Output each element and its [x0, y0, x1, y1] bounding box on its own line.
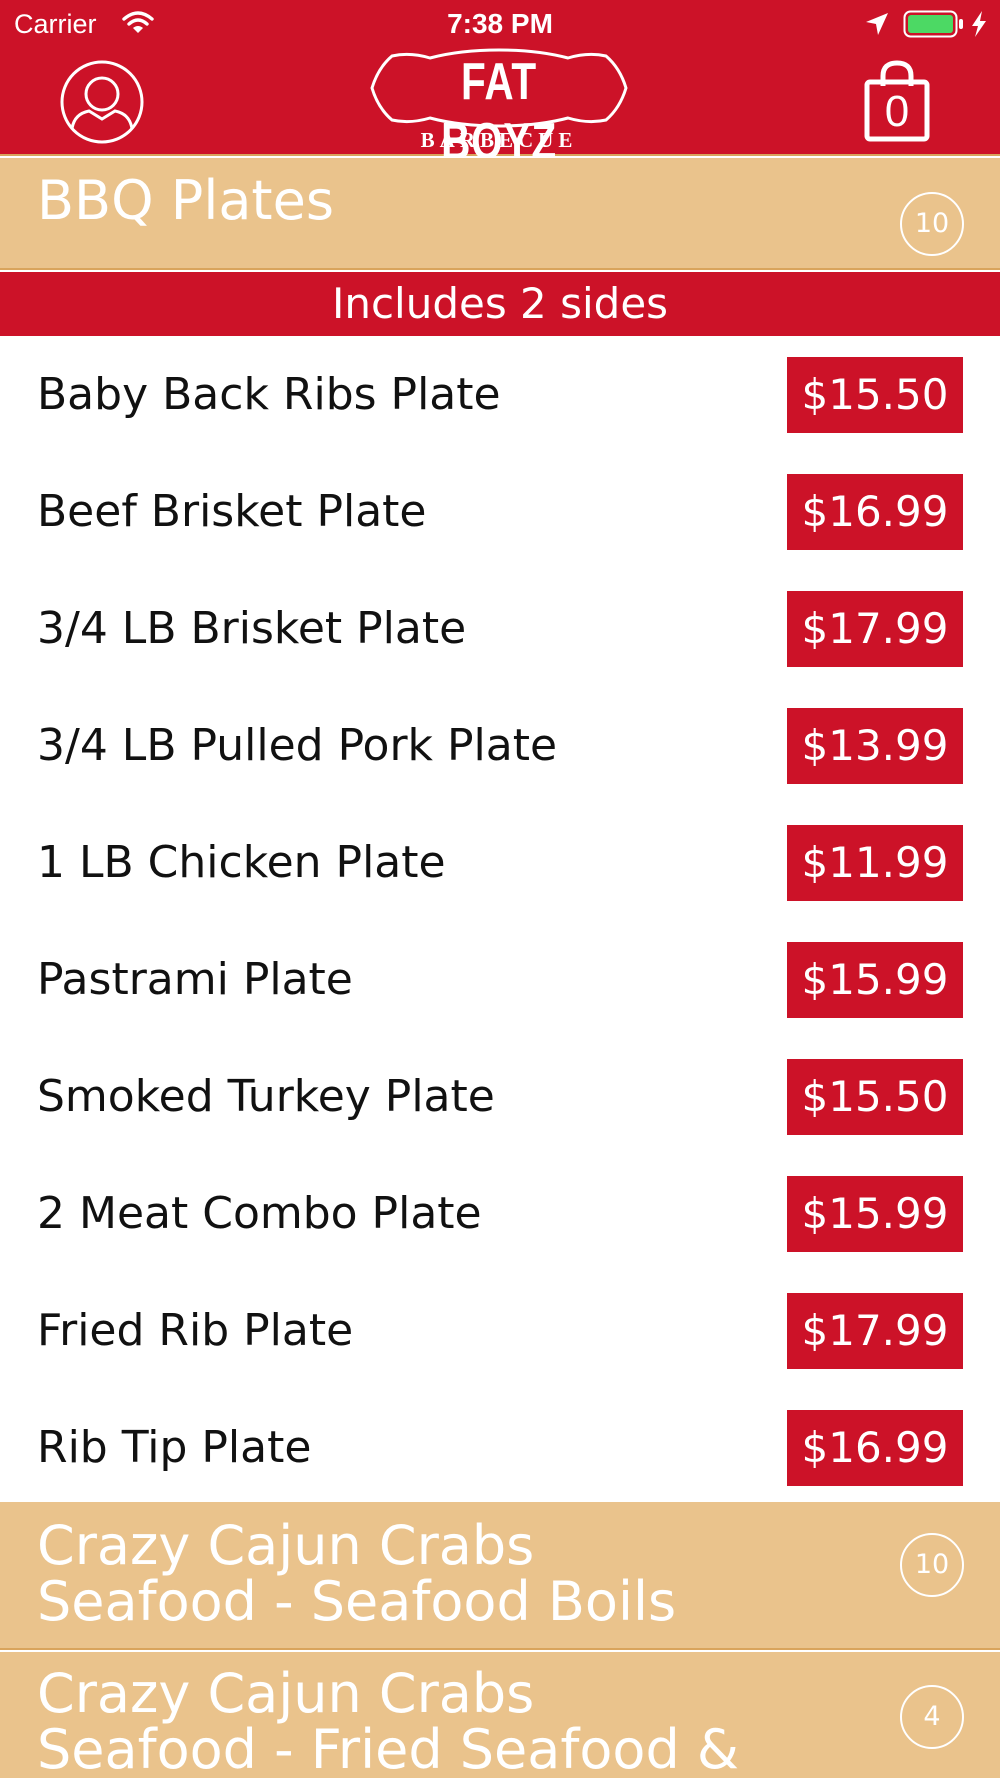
menu-item[interactable]: Smoked Turkey Plate $15.50	[0, 1038, 1000, 1155]
profile-button[interactable]	[59, 59, 145, 145]
menu-item[interactable]: Pastrami Plate $15.99	[0, 921, 1000, 1038]
category-header-fried-seafood[interactable]: Crazy Cajun Crabs Seafood - Fried Seafoo…	[0, 1652, 1000, 1778]
menu-item-name: 2 Meat Combo Plate	[37, 1188, 482, 1239]
category-note: Includes 2 sides	[0, 272, 1000, 336]
charging-bolt-icon	[970, 10, 988, 43]
category-title: Crazy Cajun Crabs Seafood - Seafood Boil…	[37, 1518, 676, 1630]
category-title-line: Crazy Cajun Crabs	[37, 1662, 535, 1725]
status-bar: Carrier 7:38 PM	[0, 0, 1000, 48]
menu-item-name: 3/4 LB Pulled Pork Plate	[37, 720, 558, 771]
menu-item[interactable]: Baby Back Ribs Plate $15.50	[0, 336, 1000, 453]
menu-item-name: Pastrami Plate	[37, 954, 353, 1005]
price-button[interactable]: $15.50	[787, 357, 963, 433]
price-button[interactable]: $15.99	[787, 1176, 963, 1252]
logo-title: FAT BOYZ	[441, 53, 557, 171]
price-button[interactable]: $15.50	[787, 1059, 963, 1135]
category-item-count-badge: 4	[900, 1685, 964, 1749]
price-button[interactable]: $17.99	[787, 1293, 963, 1369]
category-header-seafood-boils[interactable]: Crazy Cajun Crabs Seafood - Seafood Boil…	[0, 1502, 1000, 1650]
category-item-count-badge: 10	[900, 192, 964, 256]
category-title-line: Seafood - Seafood Boils	[37, 1570, 677, 1633]
category-item-count-badge: 10	[900, 1533, 964, 1597]
menu-item[interactable]: 1 LB Chicken Plate $11.99	[0, 804, 1000, 921]
cart-count: 0	[884, 87, 910, 136]
price-button[interactable]: $15.99	[787, 942, 963, 1018]
menu-item[interactable]: 3/4 LB Pulled Pork Plate $13.99	[0, 687, 1000, 804]
cart-button[interactable]: 0	[864, 60, 930, 142]
price-button[interactable]: $16.99	[787, 474, 963, 550]
menu-item[interactable]: 3/4 LB Brisket Plate $17.99	[0, 570, 1000, 687]
price-button[interactable]: $17.99	[787, 591, 963, 667]
price-button[interactable]: $13.99	[787, 708, 963, 784]
battery-icon	[903, 10, 965, 43]
category-header-bbq-plates[interactable]: BBQ Plates	[0, 158, 1000, 270]
top-navigation-bar: Carrier 7:38 PM FAT BOYZ BARBECUE 0	[0, 0, 1000, 171]
menu-item-name: Baby Back Ribs Plate	[37, 369, 501, 420]
menu-item-name: Rib Tip Plate	[37, 1422, 312, 1473]
status-time: 7:38 PM	[447, 8, 553, 39]
menu-item-name: Fried Rib Plate	[37, 1305, 354, 1356]
logo-subtitle: BARBECUE	[420, 128, 578, 152]
profile-icon	[60, 60, 144, 144]
category-title: Crazy Cajun Crabs Seafood - Fried Seafoo…	[37, 1666, 739, 1778]
menu-item[interactable]: Beef Brisket Plate $16.99	[0, 453, 1000, 570]
menu-item[interactable]: Fried Rib Plate $17.99	[0, 1272, 1000, 1389]
category-title-line: Crazy Cajun Crabs	[37, 1514, 535, 1577]
brand-logo: FAT BOYZ BARBECUE	[370, 48, 628, 171]
menu-item-name: 3/4 LB Brisket Plate	[37, 603, 467, 654]
price-button[interactable]: $11.99	[787, 825, 963, 901]
menu-item[interactable]: 2 Meat Combo Plate $15.99	[0, 1155, 1000, 1272]
menu-item[interactable]: Rib Tip Plate $16.99	[0, 1389, 1000, 1506]
menu-item-name: Smoked Turkey Plate	[37, 1071, 495, 1122]
price-button[interactable]: $16.99	[787, 1410, 963, 1486]
category-title-line: Seafood - Fried Seafood &	[37, 1718, 739, 1778]
location-arrow-icon	[864, 11, 890, 42]
menu-item-name: 1 LB Chicken Plate	[37, 837, 446, 888]
category-title: BBQ Plates	[37, 169, 334, 232]
menu-item-name: Beef Brisket Plate	[37, 486, 427, 537]
